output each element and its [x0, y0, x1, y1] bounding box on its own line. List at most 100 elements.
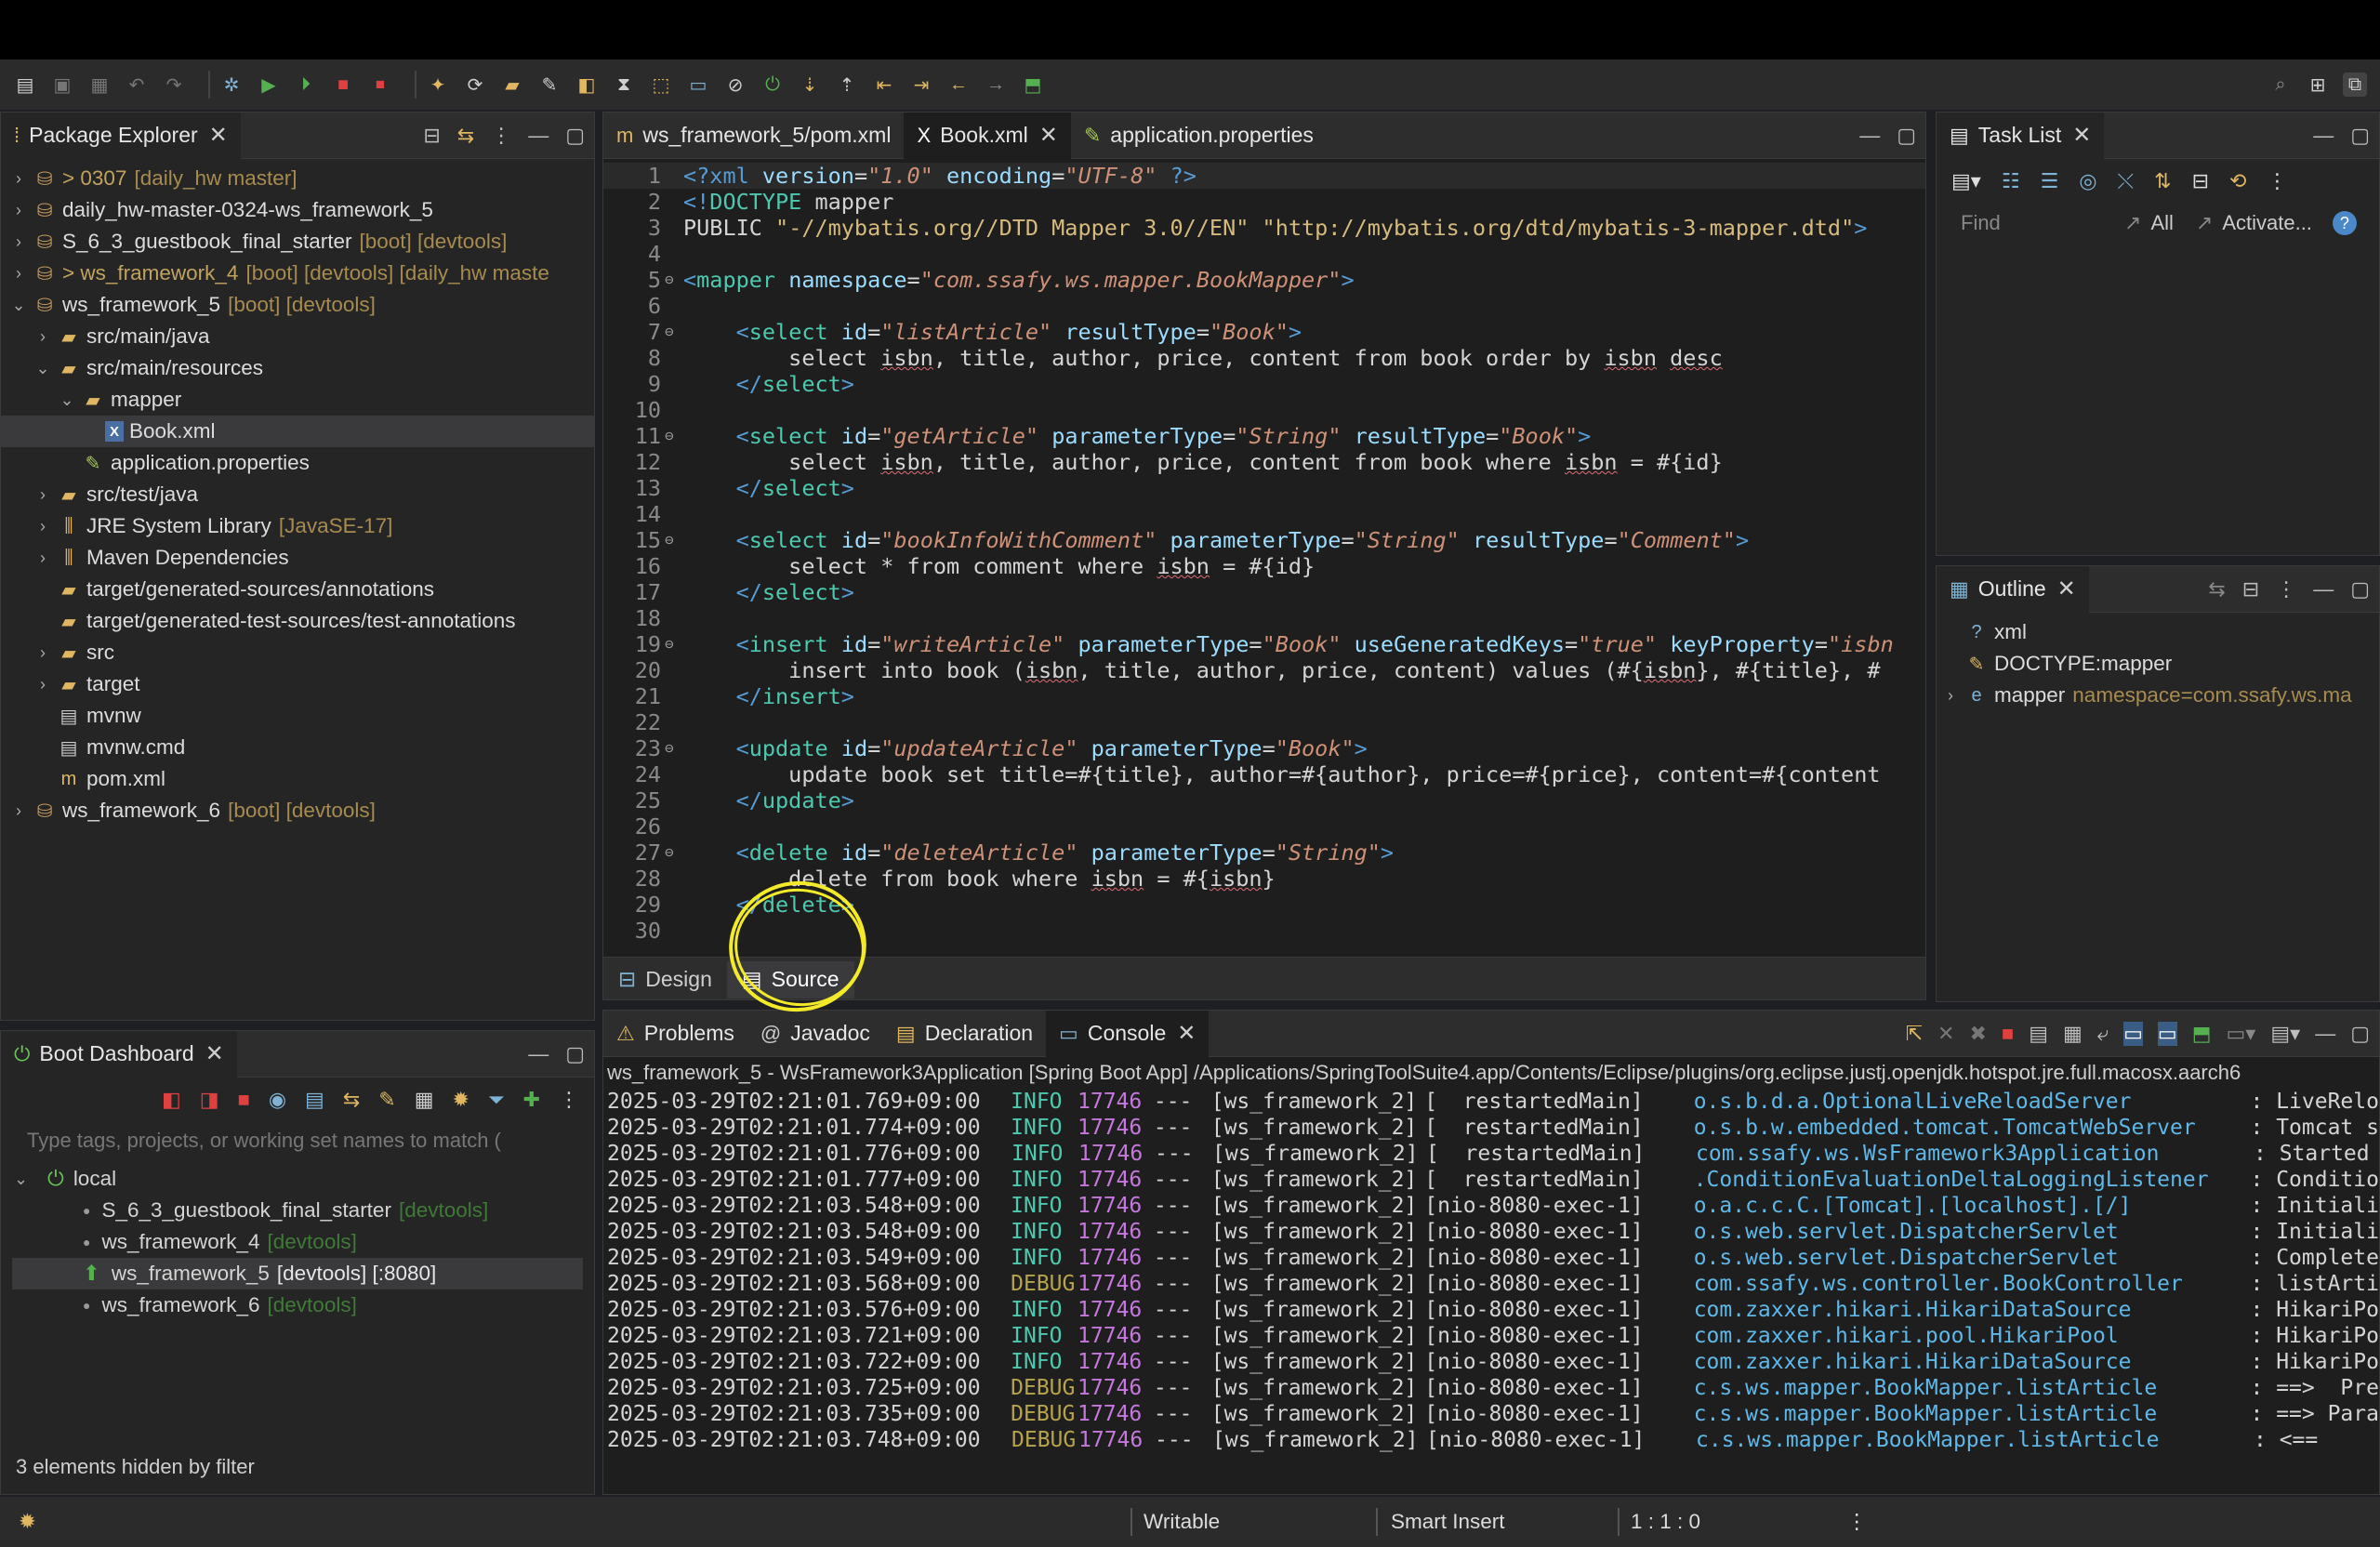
pin-console-icon[interactable]: ⇱ — [1906, 1022, 1923, 1046]
tree-item[interactable]: ▰ target/generated-sources/annotations — [1, 574, 594, 605]
stop-icon[interactable]: ■ — [238, 1088, 250, 1112]
edit-icon[interactable]: ✎ — [378, 1088, 395, 1112]
chevron-right-icon[interactable]: › — [33, 675, 53, 694]
fold-toggle-icon[interactable]: ⊖ — [665, 319, 674, 345]
minimize-icon[interactable]: — — [2313, 577, 2334, 602]
refresh-icon[interactable]: ⟳ — [463, 73, 487, 97]
chevron-down-icon[interactable]: ⌄ — [57, 390, 77, 410]
status-menu-icon[interactable]: ⋮ — [1846, 1510, 1868, 1534]
console-output[interactable]: 2025-03-29T02:21:01.769+09:00 INFO 17746 --… — [603, 1089, 2379, 1453]
remove-all-icon[interactable]: ✖ — [1969, 1022, 1986, 1046]
link-icon[interactable]: ⇆ — [2208, 577, 2225, 602]
tab-task-list[interactable]: ▤ Task List ✕ — [1937, 112, 2105, 159]
add-icon[interactable]: ✚ — [523, 1088, 540, 1112]
maximize-icon[interactable]: ▢ — [565, 124, 585, 148]
fold-toggle-icon[interactable]: ⊖ — [665, 840, 674, 866]
lightbulb-icon[interactable]: ✹ — [19, 1510, 36, 1534]
debug-icon[interactable]: ✲ — [219, 73, 244, 97]
editor-tab[interactable]: X Book.xml ✕ — [904, 112, 1071, 159]
tree-item[interactable]: › ▰ src/main/java — [1, 321, 594, 352]
toggle-mark-icon[interactable]: ⧗ — [612, 73, 636, 97]
collapse-icon[interactable]: ⊟ — [2192, 169, 2209, 193]
maximize-icon[interactable]: ▢ — [1897, 124, 1916, 148]
back-icon[interactable]: ← — [946, 73, 971, 97]
boot-app-row[interactable]: ⬆ ws_framework_5 [devtools] [:8080] — [12, 1258, 583, 1289]
outline-item[interactable]: ? xml — [1937, 616, 2379, 648]
link-editor-icon[interactable]: ⇆ — [457, 124, 474, 148]
boot-filter-input[interactable]: Type tags, projects, or working set name… — [1, 1122, 594, 1159]
chevron-right-icon[interactable]: › — [33, 485, 53, 505]
categorized-icon[interactable]: ☷ — [2002, 169, 2020, 193]
editor-tab[interactable]: ✎ application.properties — [1071, 112, 1327, 159]
chevron-right-icon[interactable]: › — [8, 801, 29, 821]
open-folder-icon[interactable]: ▰ — [500, 73, 524, 97]
chevron-right-icon[interactable]: › — [33, 517, 53, 536]
tab-outline[interactable]: ▦ Outline ✕ — [1937, 566, 2089, 613]
close-icon[interactable]: ✕ — [2072, 122, 2091, 149]
boot-app-row[interactable]: ● S_6_3_guestbook_final_starter [devtools] — [1, 1195, 594, 1226]
tree-item[interactable]: › ▰ src — [1, 637, 594, 668]
undo-icon[interactable]: ↶ — [125, 73, 149, 97]
tree-item[interactable]: › ⛁ S_6_3_guestbook_final_starter [boot] [d… — [1, 226, 594, 258]
open-browser-icon[interactable]: ◉ — [269, 1088, 286, 1112]
fold-toggle-icon[interactable]: ⊖ — [665, 735, 674, 761]
tree-item[interactable]: › ⫼ JRE System Library [JavaSE-17] — [1, 510, 594, 542]
tree-item[interactable]: ⌄ ⛁ ws_framework_5 [boot] [devtools] — [1, 289, 594, 321]
chevron-right-icon[interactable]: › — [8, 201, 29, 220]
maximize-icon[interactable]: ▢ — [2350, 1022, 2370, 1046]
terminate-icon[interactable]: ■ — [2002, 1022, 2014, 1046]
block-select-icon[interactable]: ▭ — [686, 73, 710, 97]
next-edit-icon[interactable]: ⇥ — [909, 73, 933, 97]
fold-toggle-icon[interactable]: ⊖ — [665, 631, 674, 657]
collapse-all-icon[interactable]: ⊟ — [423, 124, 440, 148]
close-icon[interactable]: ✕ — [1177, 1020, 1196, 1047]
new-task-icon[interactable]: ▤▾ — [1951, 169, 1981, 193]
tree-item[interactable]: ▰ target/generated-test-sources/test-anno… — [1, 605, 594, 637]
display-console-icon[interactable]: ▭▾ — [2227, 1022, 2256, 1046]
tree-item[interactable]: ✎ application.properties — [1, 447, 594, 479]
new-file-icon[interactable]: ▤ — [13, 73, 37, 97]
open-console-icon[interactable]: ▤▾ — [2270, 1022, 2300, 1046]
close-icon[interactable]: ✕ — [209, 122, 228, 149]
chevron-right-icon[interactable]: › — [8, 264, 29, 284]
task-all-link[interactable]: All — [2150, 211, 2173, 235]
console-view-tab[interactable]: ▤ Declaration — [883, 1011, 1046, 1057]
hide-completed-icon[interactable]: ⤬ — [2118, 169, 2135, 193]
view-menu-icon[interactable]: ⋮ — [2267, 169, 2287, 193]
properties-icon[interactable]: ▦ — [415, 1088, 434, 1112]
fold-toggle-icon[interactable]: ⊖ — [665, 423, 674, 449]
whitespace-icon[interactable]: ⊘ — [723, 73, 747, 97]
boot-app-row[interactable]: ● ws_framework_4 [devtools] — [1, 1226, 594, 1258]
clear-console-icon[interactable]: ▤ — [2029, 1022, 2048, 1046]
link-icon[interactable]: ⬚ — [649, 73, 673, 97]
view-menu-icon[interactable]: ⋮ — [2276, 577, 2296, 602]
chevron-down-icon[interactable]: ⌄ — [8, 296, 29, 315]
search-wand-icon[interactable]: ✎ — [537, 73, 562, 97]
tree-item[interactable]: m pom.xml — [1, 763, 594, 795]
tree-item[interactable]: X Book.xml — [1, 416, 594, 447]
task-activate-link[interactable]: Activate... — [2222, 211, 2312, 235]
chevron-right-icon[interactable]: › — [33, 549, 53, 568]
tree-item[interactable]: › ⛁ > ws_framework_4 [boot] [devtools] [dai… — [1, 258, 594, 289]
start-icon[interactable]: ◧ — [162, 1088, 181, 1112]
code-editor[interactable]: 1 <?xml version="1.0" encoding="UTF-8" ?>… — [603, 159, 1925, 944]
last-edit-icon[interactable]: ⇤ — [872, 73, 896, 97]
editor-tab[interactable]: m ws_framework_5/pom.xml — [603, 112, 904, 159]
link-icon[interactable]: ⇆ — [343, 1088, 360, 1112]
next-annotation-icon[interactable]: ⇣ — [798, 73, 822, 97]
open-perspective-icon[interactable]: ⊞ — [2306, 73, 2330, 97]
outline-item[interactable]: › e mapper namespace=com.ssafy.ws.ma — [1937, 680, 2379, 711]
view-menu-icon[interactable]: ⋮ — [559, 1088, 579, 1112]
tree-item[interactable]: ▤ mvnw.cmd — [1, 732, 594, 763]
scroll-lock-icon[interactable]: ▦ — [2063, 1022, 2082, 1046]
show-on-output-icon[interactable]: ▭ — [2123, 1022, 2143, 1046]
pin-icon[interactable]: ⬒ — [2192, 1022, 2212, 1046]
run-external-icon[interactable]: ⏵ — [294, 73, 318, 97]
filter-icon[interactable]: ⏷ — [488, 1088, 505, 1112]
minimize-icon[interactable]: — — [528, 1042, 549, 1066]
relaunch-icon[interactable]: ⏹ — [368, 73, 392, 97]
forward-icon[interactable]: → — [984, 73, 1008, 97]
show-on-error-icon[interactable]: ▭ — [2157, 1022, 2177, 1046]
lightbulb-icon[interactable]: ✹ — [453, 1088, 469, 1112]
fold-toggle-icon[interactable]: ⊖ — [665, 527, 674, 553]
